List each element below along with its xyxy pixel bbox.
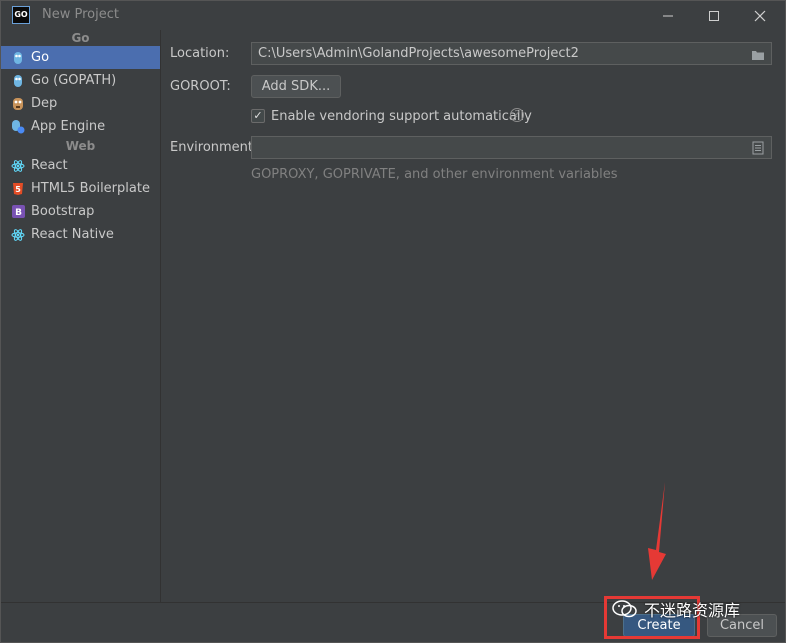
sidebar-item-dep[interactable]: Dep: [1, 92, 160, 115]
project-settings-panel: Location: C:\Users\Admin\GolandProjects\…: [161, 30, 785, 602]
close-icon: [754, 10, 766, 21]
svg-text:B: B: [15, 208, 22, 218]
wechat-icon: [612, 600, 637, 618]
sidebar-item-app-engine[interactable]: App Engine: [1, 115, 160, 138]
sidebar-item-go-gopath[interactable]: Go (GOPATH): [1, 69, 160, 92]
sidebar-item-label: HTML5 Boilerplate: [31, 181, 150, 196]
goroot-label: GOROOT:: [170, 79, 231, 94]
project-type-sidebar: Go Go Go (GOPATH) Dep App Engine Web Rea…: [1, 30, 160, 602]
minimize-button[interactable]: [645, 1, 691, 30]
watermark-text: 不迷路资源库: [644, 601, 741, 620]
sidebar-item-label: Go (GOPATH): [31, 73, 117, 88]
maximize-icon: [709, 10, 719, 21]
location-value: C:\Users\Admin\GolandProjects\awesomePro…: [258, 46, 579, 61]
location-label: Location:: [170, 46, 230, 61]
help-icon[interactable]: ?: [510, 108, 524, 122]
app-engine-icon: [11, 119, 25, 134]
vendoring-label: Enable vendoring support automatically: [271, 109, 532, 124]
sidebar-item-label: React Native: [31, 227, 114, 242]
react-icon: [11, 159, 25, 173]
sidebar-item-label: Go: [31, 50, 50, 65]
red-arrow-annotation: [648, 482, 666, 580]
gopher-icon: [11, 74, 25, 88]
gopher-icon: [11, 51, 25, 65]
title-bar: GO New Project: [1, 1, 785, 30]
sidebar-item-label: Bootstrap: [31, 204, 95, 219]
group-label-go: Go: [71, 31, 90, 45]
dep-icon: [11, 97, 25, 111]
environment-field[interactable]: [251, 136, 772, 159]
sidebar-item-label: Dep: [31, 96, 58, 111]
vendoring-checkbox[interactable]: ✓: [251, 109, 265, 123]
html5-icon: 5: [11, 182, 25, 196]
folder-icon[interactable]: [751, 47, 765, 68]
sidebar-item-label: App Engine: [31, 119, 106, 134]
group-label-web: Web: [65, 139, 96, 153]
bootstrap-icon: B: [11, 205, 25, 219]
maximize-button[interactable]: [691, 1, 737, 30]
sidebar-item-react[interactable]: React: [1, 154, 160, 177]
environment-label: Environment:: [170, 140, 258, 155]
svg-text:5: 5: [15, 185, 21, 194]
sidebar-item-label: React: [31, 158, 68, 173]
react-icon: [11, 228, 25, 242]
sidebar-item-html5-boilerplate[interactable]: 5 HTML5 Boilerplate: [1, 177, 160, 200]
goland-app-icon: GO: [12, 6, 30, 24]
location-field[interactable]: C:\Users\Admin\GolandProjects\awesomePro…: [251, 42, 772, 65]
minimize-icon: [663, 15, 673, 16]
edit-list-icon[interactable]: [752, 141, 764, 162]
sidebar-item-react-native[interactable]: React Native: [1, 223, 160, 246]
add-sdk-button[interactable]: Add SDK...: [251, 75, 341, 98]
window-title: New Project: [42, 7, 119, 22]
sidebar-item-go[interactable]: Go: [1, 46, 160, 69]
sidebar-item-bootstrap[interactable]: B Bootstrap: [1, 200, 160, 223]
environment-hint: GOPROXY, GOPRIVATE, and other environmen…: [251, 167, 618, 182]
watermark: 不迷路资源库: [612, 598, 772, 620]
close-button[interactable]: [737, 1, 783, 30]
